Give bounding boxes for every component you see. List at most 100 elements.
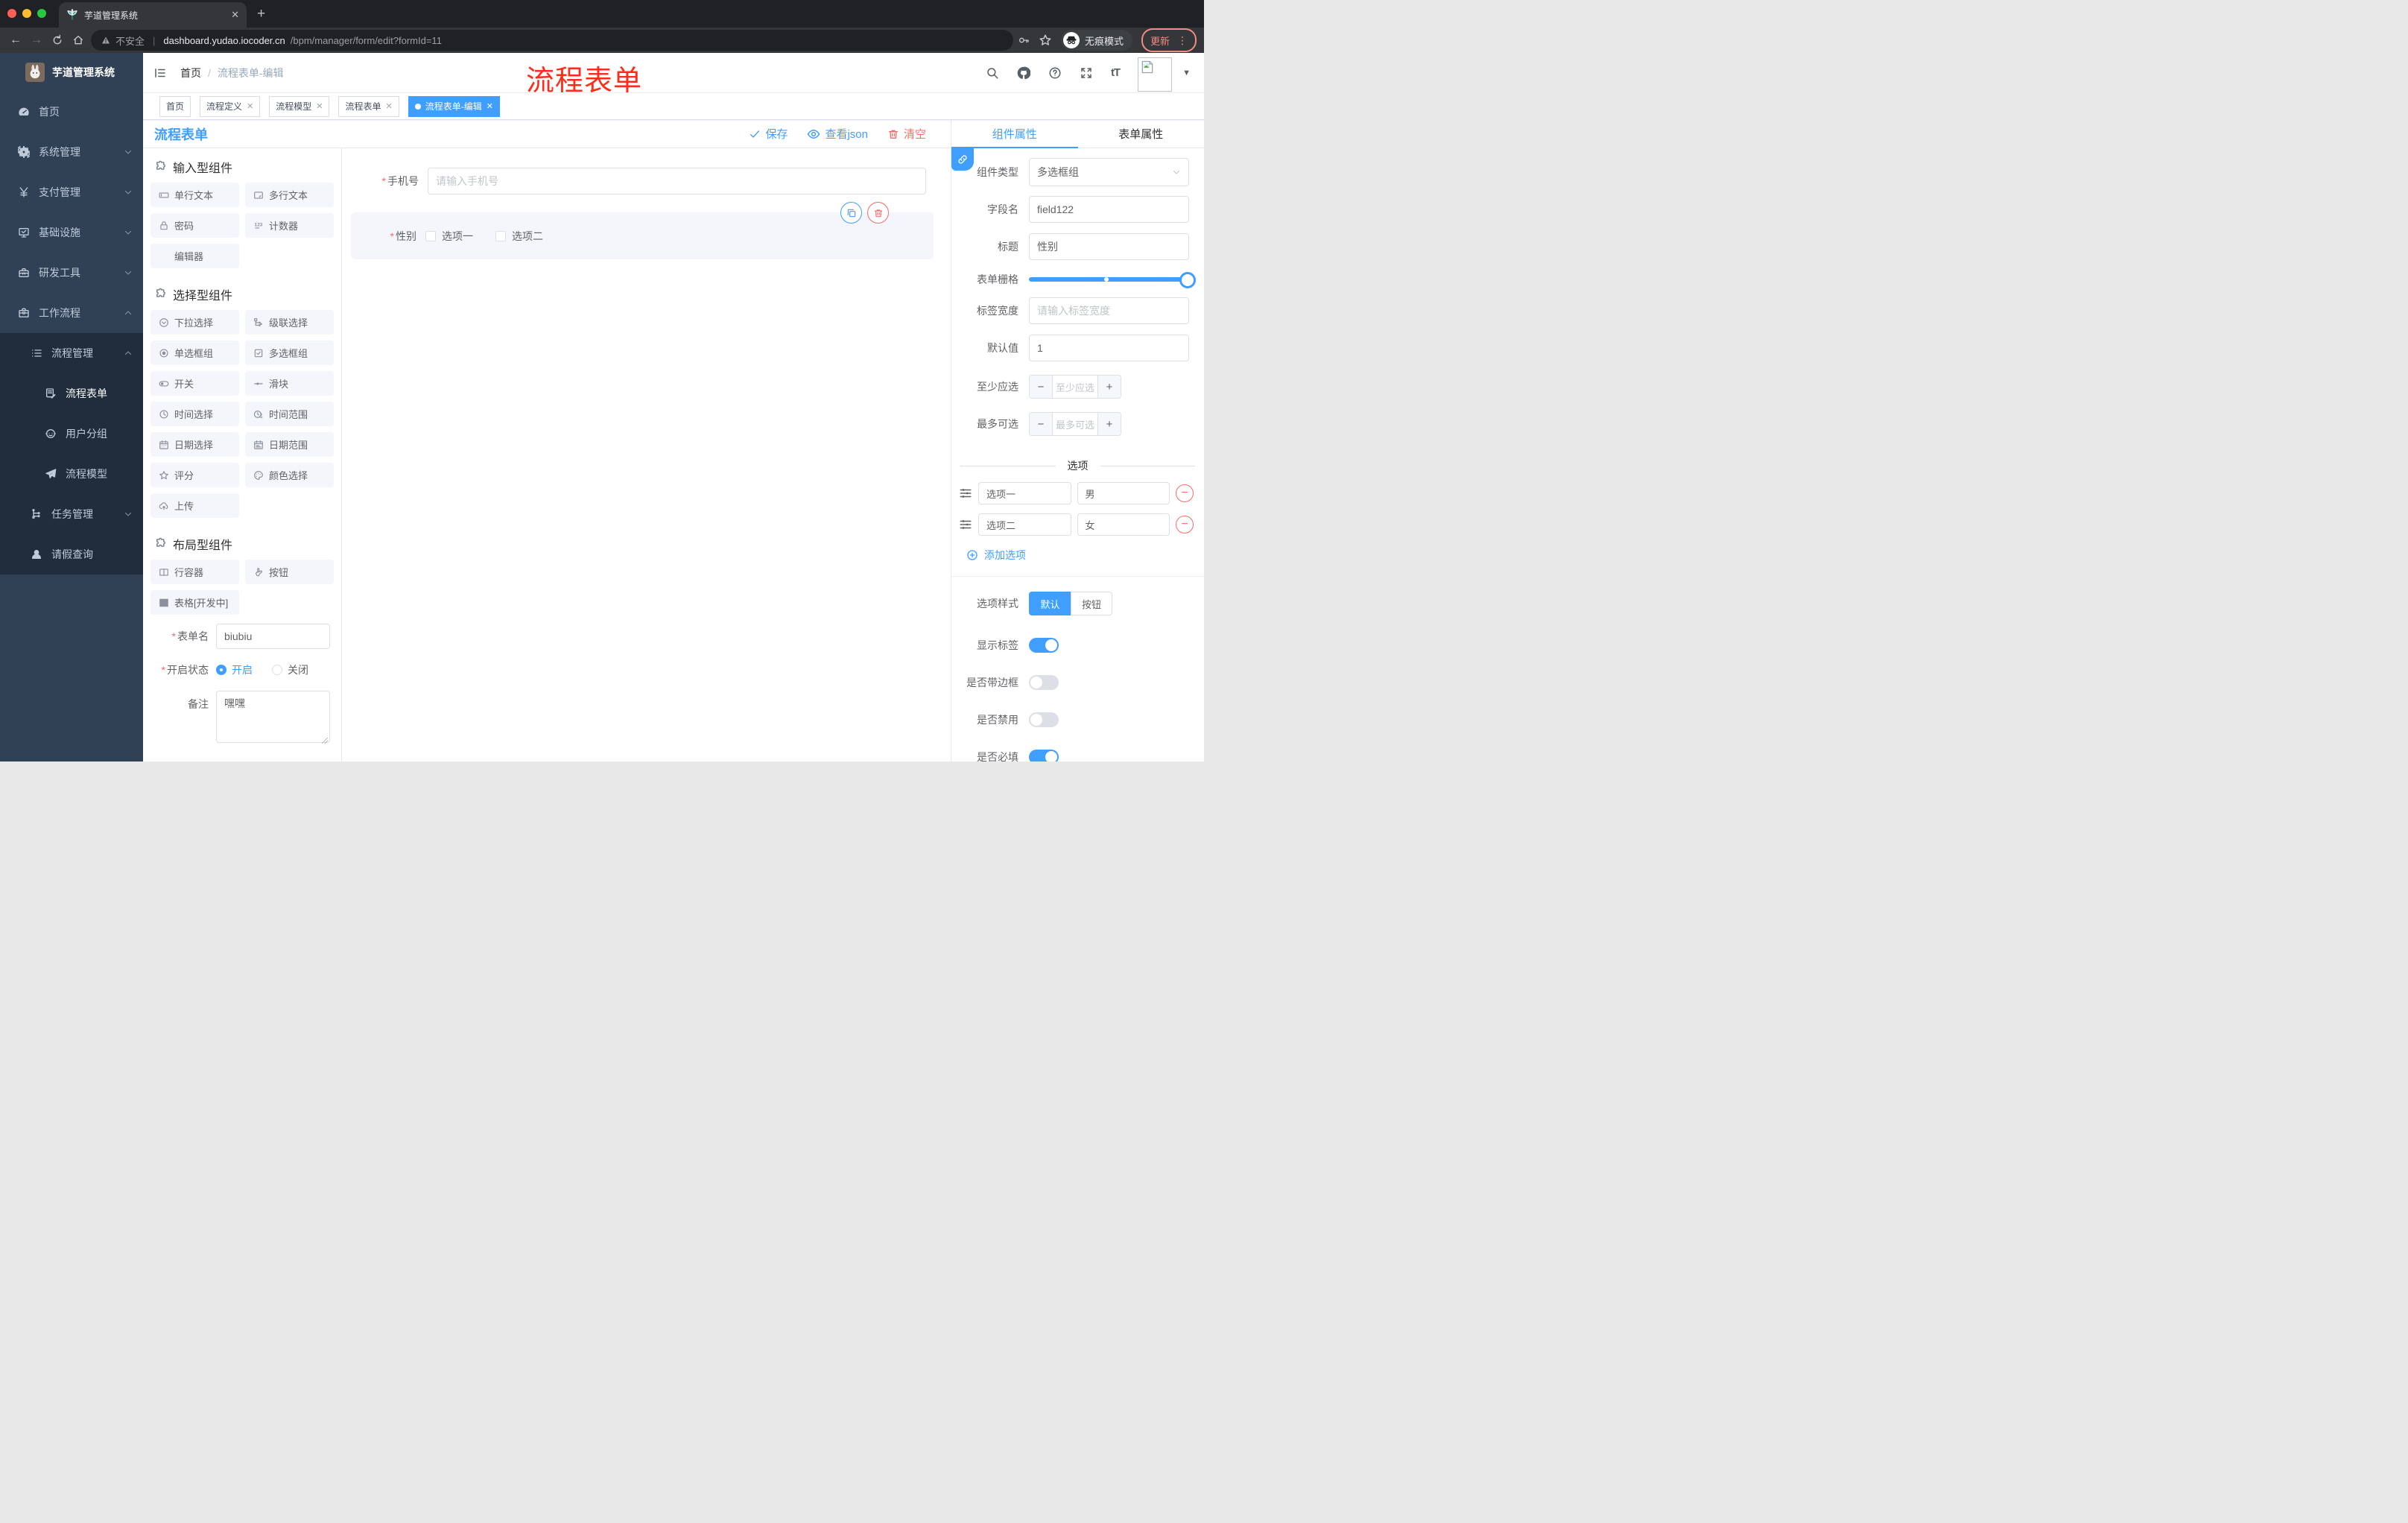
hamburger-icon[interactable]	[153, 66, 167, 80]
plus-icon[interactable]: +	[1097, 376, 1121, 398]
search-icon[interactable]	[986, 66, 999, 80]
bookmark-star-icon[interactable]	[1039, 34, 1052, 47]
minus-icon[interactable]: −	[1030, 376, 1053, 398]
component-cascader[interactable]: 级联选择	[245, 310, 334, 335]
sidebar-item-leave-query[interactable]: 请假查询	[0, 534, 143, 574]
avatar-caret-icon[interactable]: ▼	[1182, 69, 1191, 77]
form-name-input[interactable]	[216, 624, 330, 649]
component-color-picker[interactable]: 颜色选择	[245, 463, 334, 487]
remove-option-button[interactable]: −	[1176, 484, 1194, 502]
tag-close-icon[interactable]: ✕	[316, 101, 323, 111]
gender-option-2[interactable]: 选项二	[495, 229, 543, 244]
component-multi-text[interactable]: 多行文本	[245, 183, 334, 207]
drag-handle-icon[interactable]	[959, 487, 972, 500]
view-json-button[interactable]: 查看json	[807, 126, 868, 142]
phone-field-input[interactable]	[428, 168, 926, 194]
back-icon[interactable]: ←	[7, 34, 24, 47]
add-option-button[interactable]: 添加选项	[966, 548, 1204, 563]
component-type-select[interactable]: 多选框组	[1029, 158, 1189, 186]
font-size-icon[interactable]: tT	[1111, 66, 1121, 79]
save-button[interactable]: 保存	[749, 126, 788, 142]
option-2-label-input[interactable]	[978, 513, 1071, 536]
component-rate[interactable]: 评分	[150, 463, 239, 487]
component-radio-group[interactable]: 单选框组	[150, 341, 239, 365]
gender-field-selected[interactable]: * 性别 选项一 选项二	[351, 202, 934, 259]
sidebar-item-payment[interactable]: 支付管理	[0, 172, 143, 212]
grid-slider[interactable]	[1029, 272, 1196, 288]
sidebar-item-devtools[interactable]: 研发工具	[0, 253, 143, 293]
component-counter[interactable]: 123 计数器	[245, 213, 334, 238]
component-date-range[interactable]: 日期范围	[245, 432, 334, 457]
gender-option-1[interactable]: 选项一	[425, 229, 473, 244]
component-select[interactable]: 下拉选择	[150, 310, 239, 335]
slider-handle[interactable]	[1179, 272, 1196, 288]
minus-icon[interactable]: −	[1030, 413, 1053, 435]
component-time-range[interactable]: 时间范围	[245, 402, 334, 426]
tag-process-form-edit[interactable]: 流程表单-编辑 ✕	[408, 95, 500, 117]
tag-process-model[interactable]: 流程模型 ✕	[269, 95, 330, 117]
component-table[interactable]: 表格[开发中]	[150, 590, 239, 615]
default-value-input[interactable]	[1029, 335, 1189, 361]
copy-component-button[interactable]	[840, 202, 862, 224]
form-remark-textarea[interactable]: 嘿嘿	[216, 691, 330, 743]
component-button[interactable]: 按钮	[245, 560, 334, 584]
sidebar-item-user-group[interactable]: 用户分组	[0, 414, 143, 454]
sidebar-item-process-mgmt[interactable]: 流程管理	[0, 333, 143, 373]
field-name-input[interactable]	[1029, 196, 1189, 223]
component-time-picker[interactable]: 时间选择	[150, 402, 239, 426]
tag-close-icon[interactable]: ✕	[247, 101, 253, 111]
title-input[interactable]	[1029, 233, 1189, 260]
component-slider[interactable]: 滑块	[245, 371, 334, 396]
sidebar-item-infra[interactable]: 基础设施	[0, 212, 143, 253]
component-upload[interactable]: 上传	[150, 493, 239, 518]
fullscreen-icon[interactable]	[1080, 66, 1093, 80]
component-checkbox-group[interactable]: 多选框组	[245, 341, 334, 365]
component-date-picker[interactable]: 日期选择	[150, 432, 239, 457]
sidebar-item-system[interactable]: 系统管理	[0, 132, 143, 172]
max-select-value[interactable]: 最多可选	[1053, 413, 1097, 435]
delete-component-button[interactable]	[867, 202, 889, 224]
chrome-menu-icon[interactable]: ⋮	[1177, 34, 1188, 47]
phone-field-row[interactable]: * 手机号	[342, 168, 951, 194]
form-canvas[interactable]: *手机号 *性别 选项一	[342, 148, 951, 762]
option-1-label-input[interactable]	[978, 482, 1071, 504]
tag-home[interactable]: 首页	[159, 95, 191, 117]
browser-tab[interactable]: 芋道管理系统 ✕	[59, 2, 247, 28]
avatar[interactable]	[1138, 57, 1173, 92]
show-label-toggle[interactable]	[1029, 638, 1059, 653]
sidebar-logo[interactable]: 芋道管理系统	[0, 53, 143, 92]
chrome-update-button[interactable]: 更新 ⋮	[1141, 28, 1197, 52]
border-toggle[interactable]	[1029, 675, 1059, 690]
minimize-window-button[interactable]	[22, 9, 31, 18]
sidebar-item-workflow[interactable]: 工作流程	[0, 293, 143, 333]
remove-option-button[interactable]: −	[1176, 516, 1194, 533]
new-tab-button[interactable]: +	[257, 6, 265, 22]
password-key-icon[interactable]	[1018, 34, 1030, 46]
clear-button[interactable]: 清空	[887, 126, 926, 142]
sidebar-item-process-form[interactable]: 流程表单	[0, 373, 143, 414]
status-radio-off[interactable]: 关闭	[272, 662, 308, 677]
component-editor[interactable]: 编辑器	[150, 244, 239, 268]
tag-process-form[interactable]: 流程表单 ✕	[338, 95, 399, 117]
component-single-text[interactable]: 单行文本	[150, 183, 239, 207]
status-radio-on[interactable]: 开启	[216, 662, 253, 677]
component-password[interactable]: 密码	[150, 213, 239, 238]
link-tab-button[interactable]	[951, 148, 974, 171]
reload-icon[interactable]	[49, 34, 66, 46]
close-window-button[interactable]	[7, 9, 16, 18]
breadcrumb-home[interactable]: 首页	[180, 66, 201, 80]
option-1-value-input[interactable]	[1077, 482, 1170, 504]
tab-form-props[interactable]: 表单属性	[1078, 120, 1205, 148]
style-button-button[interactable]: 按钮	[1071, 592, 1112, 615]
forward-icon[interactable]: →	[28, 34, 45, 47]
option-2-value-input[interactable]	[1077, 513, 1170, 536]
style-default-button[interactable]: 默认	[1029, 592, 1071, 615]
tab-close-icon[interactable]: ✕	[231, 9, 239, 21]
sidebar-item-task-mgmt[interactable]: 任务管理	[0, 494, 143, 534]
zoom-window-button[interactable]	[37, 9, 46, 18]
tab-component-props[interactable]: 组件属性	[951, 120, 1078, 148]
required-toggle[interactable]	[1029, 750, 1059, 762]
tag-process-definition[interactable]: 流程定义 ✕	[200, 95, 261, 117]
tag-close-icon[interactable]: ✕	[487, 101, 493, 111]
component-switch[interactable]: 开关	[150, 371, 239, 396]
